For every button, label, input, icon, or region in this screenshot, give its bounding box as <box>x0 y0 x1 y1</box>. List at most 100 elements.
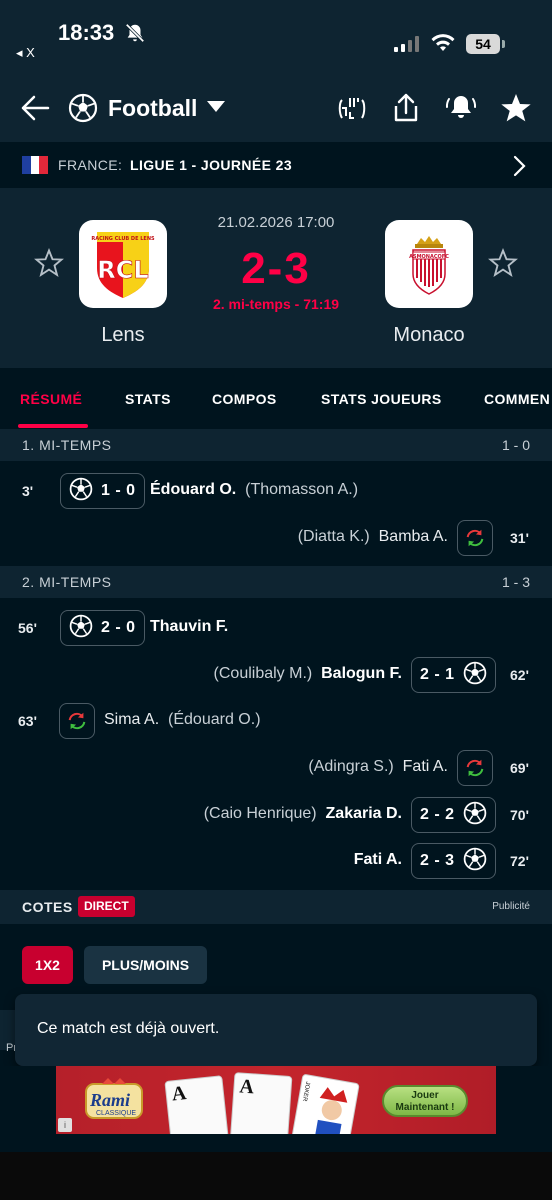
goal-score-box: 2 - 0 <box>60 610 145 646</box>
event-row[interactable]: Fati A. 2 - 3 72' <box>0 838 552 884</box>
football-icon <box>69 614 93 643</box>
assist[interactable]: (Coulibaly M.) <box>214 665 313 682</box>
assist[interactable]: (Caio Henrique) <box>204 805 317 822</box>
scorer[interactable]: Édouard O. <box>150 481 236 498</box>
event-row[interactable]: (Adingra S.) Fati A. 69' <box>0 745 552 791</box>
event-row[interactable]: (Diatta K.) Bamba A. 31' <box>0 515 552 561</box>
scorer[interactable]: Balogun F. <box>321 665 402 682</box>
period-title: 1. MI-TEMPS <box>22 437 112 453</box>
match-date: 21.02.2026 17:00 <box>217 214 335 231</box>
event-row[interactable]: (Caio Henrique) Zakaria D. 2 - 2 70' <box>0 792 552 838</box>
home-team-logo[interactable]: RACING CLUB DE LENS RCL <box>79 220 167 308</box>
player-out[interactable]: (Diatta K.) <box>298 528 370 545</box>
event-minute: 63' <box>18 713 37 729</box>
app-header: Football <box>0 74 552 142</box>
player-out[interactable]: (Édouard O.) <box>168 711 260 728</box>
event-minute: 56' <box>18 620 37 636</box>
league-name: LIGUE 1 - JOURNÉE 23 <box>130 157 293 173</box>
event-row[interactable]: 3' 1 - 0 Édouard O. (Thomasson A.) <box>0 468 552 514</box>
toast-notification[interactable]: Ce match est déjà ouvert. <box>15 994 537 1066</box>
odds-1x2-button[interactable]: 1X2 <box>22 946 73 984</box>
scorer[interactable]: Fati A. <box>354 851 402 868</box>
goal-score-box: 2 - 1 <box>411 657 496 693</box>
ad-brand: Rami <box>90 1090 131 1110</box>
league-country: FRANCE: <box>58 157 123 173</box>
player-out[interactable]: (Adingra S.) <box>308 758 393 775</box>
france-flag-icon <box>22 156 49 174</box>
odds-header: COTES DIRECT Publicité <box>0 890 552 924</box>
substitution-icon <box>457 520 493 556</box>
battery-tip <box>502 40 505 48</box>
event-minute: 62' <box>510 667 529 683</box>
notification-bell-icon[interactable] <box>444 91 478 130</box>
substitution-icon <box>457 750 493 786</box>
event-text: (Coulibaly M.) Balogun F. <box>214 665 402 683</box>
dropdown-caret-icon[interactable] <box>206 99 226 118</box>
goal-score-box: 1 - 0 <box>60 473 145 509</box>
away-favorite-star-icon[interactable] <box>488 247 518 283</box>
tab-stats[interactable]: STATS <box>125 391 171 407</box>
tab-stats-joueurs[interactable]: STATS JOUEURS <box>321 391 442 407</box>
playing-card-spade: A <box>229 1072 293 1134</box>
match-score: 2-3 <box>241 244 311 293</box>
wifi-icon <box>430 33 456 58</box>
event-text: Thauvin F. <box>150 618 228 636</box>
sport-selector[interactable]: Football <box>108 95 197 122</box>
league-bar[interactable]: FRANCE: LIGUE 1 - JOURNÉE 23 <box>0 142 552 188</box>
event-text: Édouard O. (Thomasson A.) <box>150 481 358 499</box>
goal-score: 2 - 1 <box>420 666 455 683</box>
event-row[interactable]: 56' 2 - 0 Thauvin F. <box>0 605 552 651</box>
tab-commentaires[interactable]: COMMEN <box>484 391 550 407</box>
player-in[interactable]: Fati A. <box>403 758 448 775</box>
home-team-name[interactable]: Lens <box>53 324 193 347</box>
joker-card: JOKER <box>290 1073 360 1134</box>
football-icon <box>463 661 487 690</box>
share-icon[interactable] <box>392 92 420 129</box>
period-score: 1 - 0 <box>501 437 530 453</box>
event-row[interactable]: 63' Sima A. (Édouard O.) <box>0 698 552 744</box>
back-to-app-link[interactable]: ◂ X <box>16 45 35 61</box>
event-text: (Caio Henrique) Zakaria D. <box>204 805 402 823</box>
away-team-name[interactable]: Monaco <box>359 324 499 347</box>
event-minute: 69' <box>510 760 529 776</box>
svg-text:RACING CLUB DE LENS: RACING CLUB DE LENS <box>91 236 155 242</box>
substitution-icon <box>59 703 95 739</box>
football-icon <box>463 847 487 876</box>
away-team-logo[interactable]: ASMONACOFC <box>385 220 473 308</box>
ad-cta-button[interactable]: Jouer Maintenant ! <box>382 1085 468 1117</box>
ad-banner[interactable]: Rami CLASSIQUE A A JOKER Jouer Maintenan… <box>56 1066 496 1134</box>
favorite-star-icon[interactable] <box>500 92 532 129</box>
event-row[interactable]: (Coulibaly M.) Balogun F. 2 - 1 62' <box>0 652 552 698</box>
goal-score: 1 - 0 <box>101 482 136 499</box>
back-arrow-icon[interactable] <box>20 94 50 127</box>
chevron-right-icon[interactable] <box>512 154 526 183</box>
svg-text:RCL: RCL <box>97 256 148 284</box>
period-header-1: 1. MI-TEMPS 1 - 0 <box>0 429 552 461</box>
player-in[interactable]: Bamba A. <box>379 528 448 545</box>
event-text: Sima A. (Édouard O.) <box>104 711 261 729</box>
bell-off-icon <box>124 22 146 49</box>
match-header: RACING CLUB DE LENS RCL Lens 21.02.2026 … <box>0 188 552 368</box>
odds-title: COTES <box>22 899 73 915</box>
home-favorite-star-icon[interactable] <box>34 247 64 283</box>
goal-score-box: 2 - 3 <box>411 843 496 879</box>
lineup-icon[interactable] <box>336 92 368 129</box>
period-header-2: 2. MI-TEMPS 1 - 3 <box>0 566 552 598</box>
event-minute: 72' <box>510 853 529 869</box>
event-minute: 70' <box>510 807 529 823</box>
football-icon <box>69 477 93 506</box>
live-badge: DIRECT <box>78 896 135 917</box>
odds-over-under-button[interactable]: PLUS/MOINS <box>84 946 207 984</box>
player-in[interactable]: Sima A. <box>104 711 159 728</box>
ad-info-icon[interactable]: i <box>58 1118 72 1132</box>
bottom-bar <box>0 1152 552 1200</box>
match-status: 2. mi-temps - 71:19 <box>212 296 340 312</box>
tab-resume[interactable]: RÉSUMÉ <box>20 391 82 407</box>
tab-compos[interactable]: COMPOS <box>212 391 277 407</box>
assist[interactable]: (Thomasson A.) <box>245 481 358 498</box>
scorer[interactable]: Zakaria D. <box>326 805 402 822</box>
signal-icon <box>394 36 420 57</box>
scorer[interactable]: Thauvin F. <box>150 618 228 635</box>
event-minute: 31' <box>510 530 529 546</box>
football-icon <box>68 93 98 128</box>
